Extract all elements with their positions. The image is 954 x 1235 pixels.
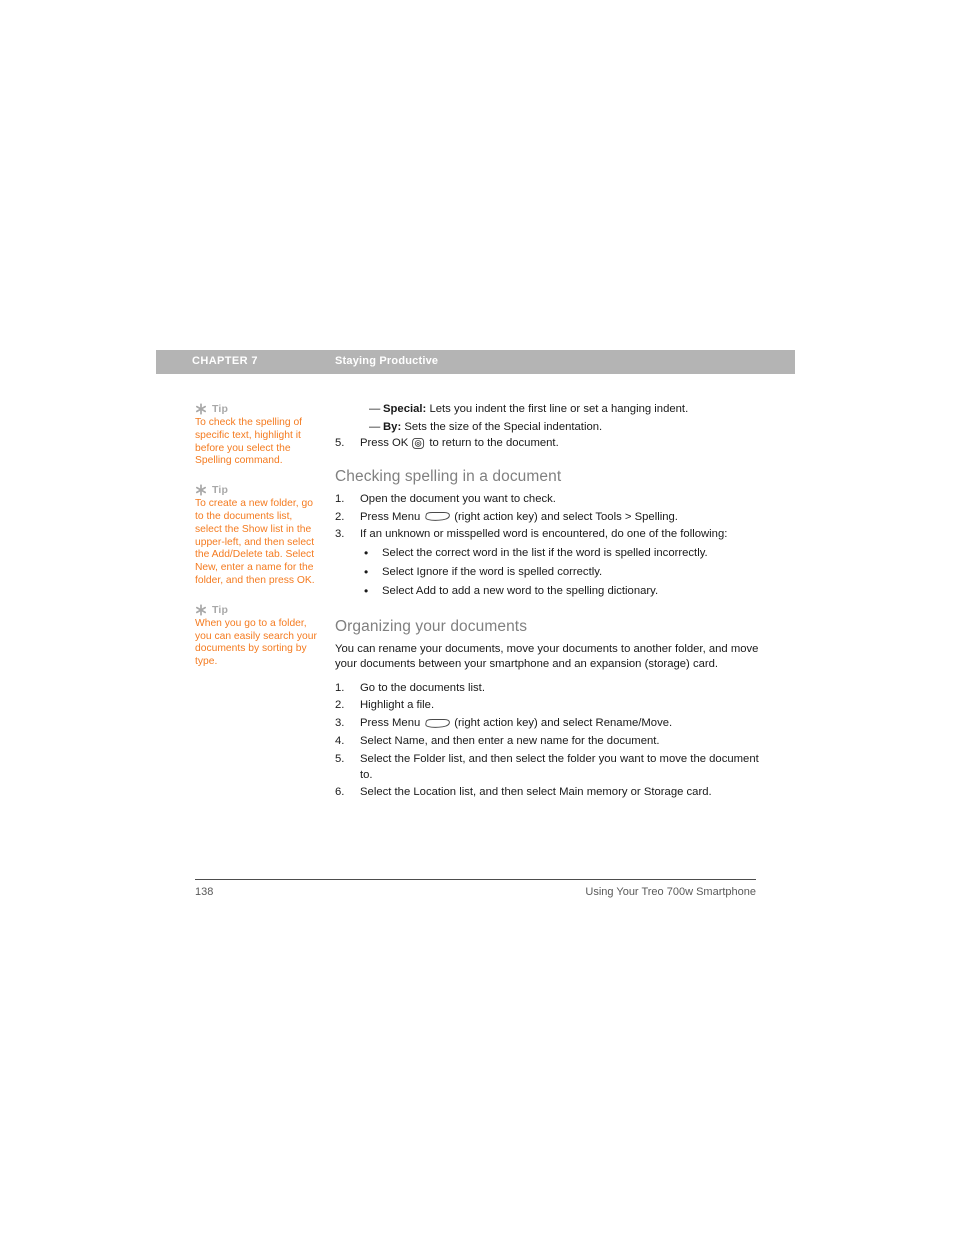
tip-heading: Tip [195, 604, 321, 616]
numbered-steps: 1. Go to the documents list. 2. Highlight … [335, 681, 760, 802]
tip-block: Tip When you go to a folder, you can eas… [195, 604, 321, 669]
dash-sublist: — Special: Lets you indent the first line… [335, 400, 760, 436]
tips-sidebar: Tip To check the spelling of specific te… [195, 403, 321, 685]
menu-key-icon [423, 511, 451, 522]
dash-marker: — [369, 421, 381, 433]
footer-manual-title: Using Your Treo 700w Smartphone [585, 886, 756, 898]
step-text-after-icon: to return to the document. [429, 437, 559, 449]
step-text: Open the document you want to check. [360, 492, 556, 505]
step-text: If an unknown or misspelled word is enco… [360, 528, 728, 541]
numbered-step: 1. Go to the documents list. [335, 681, 760, 697]
bullet-marker: • [364, 546, 369, 561]
tip-text: When you go to a folder, you can easily … [195, 617, 317, 668]
step-number: 2. [335, 510, 345, 523]
dash-list-item: — Special: Lets you indent the first line… [335, 400, 760, 418]
bullet-text: Select Ignore if the word is spelled cor… [382, 565, 603, 578]
step-number: 4. [335, 734, 345, 747]
step-text-after-icon: (right action key) and select Tools > Sp… [454, 510, 678, 523]
tip-text: To create a new folder, go to the docume… [195, 498, 315, 586]
step-text: Select the Folder list, and then select … [360, 752, 759, 781]
step-number: 5. [335, 752, 345, 765]
menu-key-icon [423, 718, 451, 729]
ok-key-icon [411, 437, 426, 450]
step-number: 3. [335, 717, 345, 730]
step-text: Go to the documents list. [360, 681, 485, 694]
step-text-before-icon: Press Menu [360, 717, 421, 730]
dash-text: Lets you indent the first line or set a … [426, 403, 689, 415]
asterisk-icon [195, 484, 207, 496]
step-number: 6. [335, 786, 345, 799]
chapter-header-band: CHAPTER 7 Staying Productive [156, 350, 795, 374]
bullet-text: Select the correct word in the list if t… [382, 547, 708, 560]
numbered-step: 2. Press Menu (right action key) and sele… [335, 510, 760, 526]
bullet-marker: • [364, 583, 369, 598]
step-text: Highlight a file. [360, 699, 435, 712]
tip-heading: Tip [195, 403, 321, 415]
main-content: — Special: Lets you indent the first line… [335, 400, 760, 803]
continued-step-list: 5. Press OK to return to the document. [335, 436, 760, 452]
step-number: 3. [335, 528, 345, 541]
dash-list-item: — By: Sets the size of the Special indent… [335, 418, 760, 436]
step-text: Select the Location list, and then selec… [360, 786, 712, 799]
dash-marker: — [369, 403, 381, 415]
step-number: 1. [335, 492, 345, 505]
dash-term: Special: [383, 403, 427, 415]
numbered-step: 2. Highlight a file. [335, 698, 760, 714]
footer-divider [195, 879, 756, 880]
section-heading: Checking spelling in a document [335, 467, 562, 485]
numbered-step: 4. Select Name, and then enter a new name… [335, 734, 760, 750]
step-text-after-icon: (right action key) and select Rename/Mov… [454, 717, 673, 730]
step-text: Select Name, and then enter a new name f… [360, 734, 660, 747]
numbered-step: 6. Select the Location list, and then sel… [335, 785, 760, 801]
tip-block: Tip To check the spelling of specific te… [195, 403, 321, 468]
section-heading: Organizing your documents [335, 617, 528, 635]
chapter-section-title: Staying Productive [335, 355, 439, 367]
numbered-step: 3. Press Menu (right action key) and sele… [335, 716, 760, 732]
manual-page: CHAPTER 7 Staying Productive Tip To chec… [0, 0, 954, 1235]
chapter-number-label: CHAPTER 7 [192, 355, 258, 367]
bullet-text: Select Add to add a new word to the spel… [382, 584, 659, 597]
numbered-step: 5. Press OK to return to the document. [335, 436, 760, 452]
numbered-step: 5. Select the Folder list, and then selec… [335, 752, 760, 784]
numbered-steps: 1. Open the document you want to check. 2… [335, 492, 760, 600]
step-text-before-icon: Press OK [360, 437, 409, 449]
step-number: 1. [335, 681, 345, 694]
tip-block: Tip To create a new folder, go to the do… [195, 484, 321, 588]
bullet-list-item: • Select Add to add a new word to the spe… [360, 584, 760, 600]
numbered-step: 3. If an unknown or misspelled word is en… [335, 527, 760, 599]
asterisk-icon [195, 403, 207, 415]
bullet-list-item: • Select Ignore if the word is spelled co… [360, 565, 760, 581]
bullet-list: • Select the correct word in the list if … [360, 546, 760, 599]
section-intro-paragraph: You can rename your documents, move your… [335, 642, 759, 671]
dash-term: By: [383, 421, 402, 433]
dash-text: Sets the size of the Special indentation… [401, 421, 603, 433]
numbered-step: 1. Open the document you want to check. [335, 492, 760, 508]
tip-label: Tip [212, 603, 229, 616]
bullet-marker: • [364, 564, 369, 579]
tip-label: Tip [212, 403, 229, 415]
asterisk-icon [195, 604, 207, 616]
tip-text: To check the spelling of specific text, … [195, 417, 303, 467]
step-number: 5. [335, 437, 345, 449]
tip-label: Tip [212, 484, 229, 497]
bullet-list-item: • Select the correct word in the list if … [360, 546, 760, 562]
step-text-before-icon: Press Menu [360, 510, 421, 523]
step-number: 2. [335, 699, 345, 712]
tip-heading: Tip [195, 484, 321, 496]
